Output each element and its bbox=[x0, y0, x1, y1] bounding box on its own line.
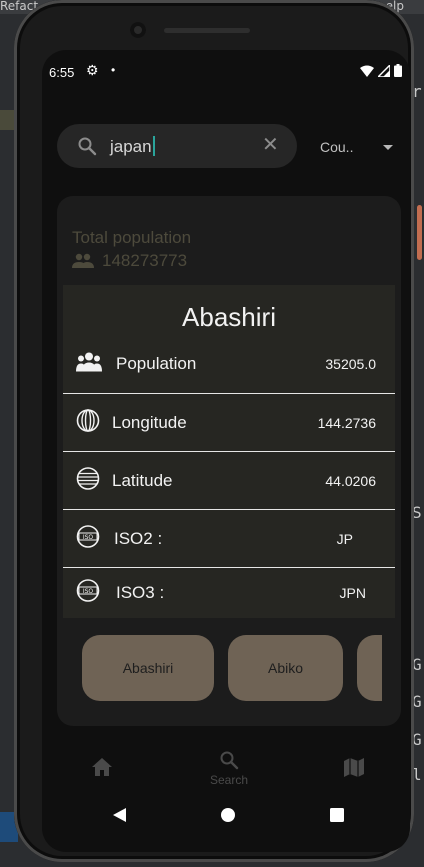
detail-row-population: Population 35205.0 bbox=[63, 335, 395, 392]
search-nav-icon bbox=[220, 751, 239, 770]
city-chip-list[interactable]: Abashiri Abiko bbox=[82, 635, 382, 701]
svg-text:ISO: ISO bbox=[83, 588, 94, 595]
city-name-title: Abashiri bbox=[182, 302, 276, 332]
iso-globe-icon: ISO bbox=[76, 579, 100, 608]
notification-dot-icon: • bbox=[111, 63, 116, 77]
phone-frame: 6:55 ⚙ • japan ✕ Cou.. Total population bbox=[14, 0, 414, 862]
latitude-value: 44.0206 bbox=[325, 472, 376, 489]
signal-icon bbox=[378, 64, 390, 77]
nav-home[interactable] bbox=[92, 758, 112, 779]
system-icons bbox=[360, 64, 402, 77]
city-chip[interactable]: Abashiri bbox=[82, 635, 214, 701]
detail-row-iso3: ISO ISO3 : JPN bbox=[63, 567, 395, 618]
status-time: 6:55 bbox=[49, 65, 75, 80]
iso3-value: JPN bbox=[339, 585, 366, 601]
back-icon[interactable] bbox=[113, 808, 126, 822]
detail-row-iso2: ISO ISO2 : JP bbox=[63, 509, 395, 567]
iso2-value: JP bbox=[336, 530, 353, 547]
search-field[interactable]: japan ✕ bbox=[57, 124, 297, 168]
svg-text:ISO: ISO bbox=[83, 533, 94, 540]
longitude-label: Longitude bbox=[112, 412, 187, 432]
search-input-value: japan bbox=[110, 137, 152, 156]
ide-left-marker bbox=[0, 110, 14, 130]
app-screen: 6:55 ⚙ • japan ✕ Cou.. Total population bbox=[42, 50, 410, 852]
iso-globe-icon: ISO bbox=[76, 524, 100, 553]
nav-search-label: Search bbox=[209, 773, 249, 787]
system-navigation-bar bbox=[42, 798, 410, 838]
home-button-icon[interactable] bbox=[221, 808, 235, 822]
search-input[interactable]: japan bbox=[110, 136, 155, 157]
total-population-label: Total population bbox=[72, 228, 192, 247]
detail-row-longitude: Longitude 144.2736 bbox=[63, 393, 395, 451]
group-icon bbox=[72, 253, 94, 268]
nav-search[interactable]: Search bbox=[202, 750, 256, 787]
search-icon bbox=[77, 136, 97, 161]
city-chip-partial[interactable] bbox=[357, 635, 382, 701]
clear-search-icon[interactable]: ✕ bbox=[262, 135, 279, 155]
population-label: Population bbox=[116, 353, 197, 373]
bottom-navigation: Search bbox=[42, 740, 410, 790]
longitude-value: 144.2736 bbox=[317, 414, 376, 431]
search-type-dropdown[interactable]: Cou.. bbox=[320, 136, 398, 158]
iso2-label: ISO2 : bbox=[114, 528, 163, 548]
search-type-value: Cou.. bbox=[320, 139, 354, 155]
city-detail-panel: Abashiri Population 35205.0 Longitude 14… bbox=[63, 285, 395, 618]
nav-map[interactable] bbox=[344, 758, 364, 780]
city-chip[interactable]: Abiko bbox=[228, 635, 343, 701]
total-population-value: 148273773 bbox=[102, 251, 188, 270]
home-icon bbox=[92, 758, 112, 776]
globe-meridian-icon bbox=[76, 408, 100, 437]
text-caret bbox=[152, 136, 155, 156]
ide-scrollbar[interactable] bbox=[417, 205, 422, 260]
iso3-label: ISO3 : bbox=[116, 583, 165, 602]
status-bar: 6:55 ⚙ • bbox=[42, 50, 410, 94]
earpiece-speaker bbox=[164, 28, 250, 33]
people-icon bbox=[76, 351, 102, 376]
globe-latitude-icon bbox=[76, 466, 100, 495]
recents-icon[interactable] bbox=[330, 808, 344, 822]
wifi-icon bbox=[360, 65, 374, 77]
dropdown-arrow-icon bbox=[383, 145, 393, 150]
map-icon bbox=[344, 758, 364, 777]
settings-gear-icon: ⚙ bbox=[86, 62, 99, 78]
front-camera bbox=[130, 22, 146, 38]
population-value: 35205.0 bbox=[325, 355, 376, 372]
detail-row-latitude: Latitude 44.0206 bbox=[63, 451, 395, 509]
battery-icon bbox=[394, 64, 402, 77]
total-population-row: 148273773 bbox=[72, 251, 187, 271]
latitude-label: Latitude bbox=[112, 470, 173, 490]
